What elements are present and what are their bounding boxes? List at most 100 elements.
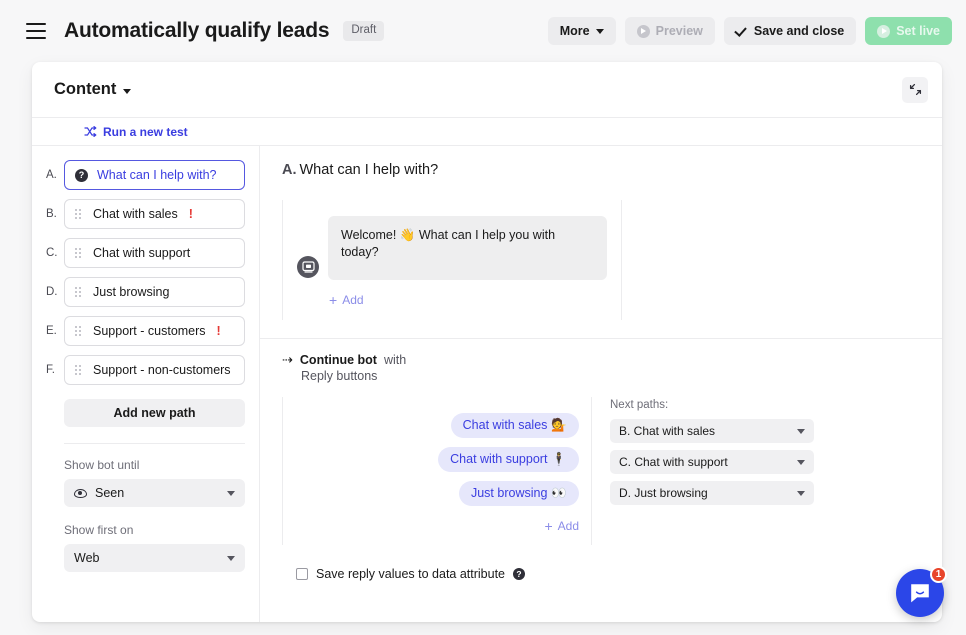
run-a-new-test-link[interactable]: Run a new test [84,125,188,139]
hamburger-icon[interactable] [26,23,46,39]
sidebar-item-what-can-i-help-with[interactable]: ? What can I help with? [64,160,245,190]
chevron-down-icon [797,428,805,434]
step-editor: A. What can I help with? Welcome! 👋 What … [260,146,942,622]
message-bubble[interactable]: Welcome! 👋 What can I help you with toda… [328,216,607,280]
unread-badge: 1 [930,566,947,583]
path-label: What can I help with? [97,168,217,182]
drag-handle-icon[interactable] [75,247,84,259]
reply-button-emoji: 💁 [551,418,567,432]
save-and-close-label: Save and close [753,24,845,38]
path-letter: D. [46,286,58,298]
continue-bot-with: with [383,353,407,367]
sidebar-item-support-customers[interactable]: Support - customers ! [64,316,245,346]
preview-button[interactable]: Preview [624,17,715,45]
bot-message-glyph [301,261,315,273]
path-letter: A. [46,169,57,181]
save-and-close-button[interactable]: Save and close [723,17,857,45]
page-title: Automatically qualify leads [64,19,330,42]
add-new-path-button[interactable]: Add new path [64,399,245,427]
drag-handle-icon[interactable] [75,286,84,298]
sidebar-item-support-non-customers[interactable]: Support - non-customers [64,355,245,385]
add-reply-button[interactable]: + Add [544,519,579,533]
reply-button-chat-with-sales[interactable]: Chat with sales 💁 [450,413,579,438]
drag-handle-icon[interactable] [75,208,84,220]
paths-sidebar: A. ? What can I help with? B. Chat with … [32,146,260,622]
plus-icon: + [329,292,338,308]
chat-bubble-icon [911,583,929,602]
section-title-label: Content [54,80,117,98]
sidebar-item-just-browsing[interactable]: Just browsing [64,277,245,307]
more-label: More [559,24,590,38]
collapse-arrows-glyph [909,83,921,96]
run-a-new-test-label: Run a new test [103,124,188,139]
path-label: Chat with support [93,246,191,260]
set-live-button[interactable]: Set live [865,17,952,45]
intercom-launcher[interactable]: 1 [896,566,947,617]
chevron-down-icon [123,88,132,94]
show-bot-until-select[interactable]: Seen [64,479,245,507]
play-circle-icon [636,24,650,38]
path-row: E. Support - customers ! [46,316,245,346]
next-path-select-d[interactable]: D. Just browsing [610,481,814,505]
sidebar-item-chat-with-support[interactable]: Chat with support [64,238,245,268]
next-path-value: C. Chat with support [619,455,728,469]
next-path-value: D. Just browsing [619,486,708,500]
shuffle-icon [84,126,97,137]
arrow-right-icon: ⇢ [282,352,293,367]
bot-message-icon [297,256,319,278]
message-row: Welcome! 👋 What can I help you with toda… [297,216,607,280]
reply-buttons-area: Chat with sales 💁 Chat with support 🕴 Just… [260,383,942,545]
add-message-button[interactable]: + Add [329,293,364,307]
topbar-actions: More Preview Save and close Set live [547,17,952,45]
path-letter: C. [46,247,58,259]
drag-handle-icon[interactable] [75,325,84,337]
chevron-down-icon [227,490,235,496]
path-label: Support - customers [93,324,206,338]
warning-icon: ! [216,324,221,338]
path-row: C. Chat with support [46,238,245,268]
step-letter: A. [282,162,297,178]
save-reply-values-checkbox[interactable] [296,568,308,580]
content-card: Content Run a new test A. ? What can I h… [32,62,942,622]
reply-button-emoji: 🕴 [551,452,567,466]
eye-icon [74,488,87,498]
warning-icon: ! [188,207,193,221]
check-icon [736,25,748,37]
step-heading: A. What can I help with? [260,146,942,178]
path-row: D. Just browsing [46,277,245,307]
next-path-value: B. Chat with sales [619,424,716,438]
next-path-select-c[interactable]: C. Chat with support [610,450,814,474]
sidebar-item-chat-with-sales[interactable]: Chat with sales ! [64,199,245,229]
top-bar: Automatically qualify leads Draft More P… [0,0,966,62]
show-first-on-select[interactable]: Web [64,544,245,572]
reply-button-just-browsing[interactable]: Just browsing 👀 [458,481,579,506]
message-panel: Welcome! 👋 What can I help you with toda… [282,200,622,320]
path-row: B. Chat with sales ! [46,199,245,229]
plus-icon: + [544,518,553,534]
chevron-down-icon [595,28,604,34]
collapse-arrows-icon[interactable] [902,76,928,103]
section-title[interactable]: Content [54,80,132,99]
continue-bot-section: ⇢ Continue bot with Reply buttons [260,339,942,383]
next-path-select-b[interactable]: B. Chat with sales [610,419,814,443]
reply-button-chat-with-support[interactable]: Chat with support 🕴 [438,447,579,472]
more-button[interactable]: More [547,17,616,45]
chevron-down-icon [797,490,805,496]
play-circle-icon [877,24,891,38]
show-first-on-label: Show first on [64,523,134,537]
help-icon[interactable]: ? [513,568,526,580]
save-reply-values-row: Save reply values to data attribute ? [260,545,942,581]
show-bot-until-value: Seen [95,486,125,500]
path-row: A. ? What can I help with? [46,160,245,190]
chevron-down-icon [797,459,805,465]
test-bar: Run a new test [32,118,942,146]
add-reply-label: Add [557,519,579,533]
path-label: Chat with sales [93,207,178,221]
reply-buttons-panel: Chat with sales 💁 Chat with support 🕴 Just… [282,397,592,545]
path-label: Just browsing [93,285,170,299]
reply-button-label: Chat with support [450,452,548,466]
step-title: What can I help with? [299,162,439,178]
continue-bot-type[interactable]: Reply buttons [301,369,920,383]
path-letter: F. [46,364,55,376]
drag-handle-icon[interactable] [75,364,84,376]
